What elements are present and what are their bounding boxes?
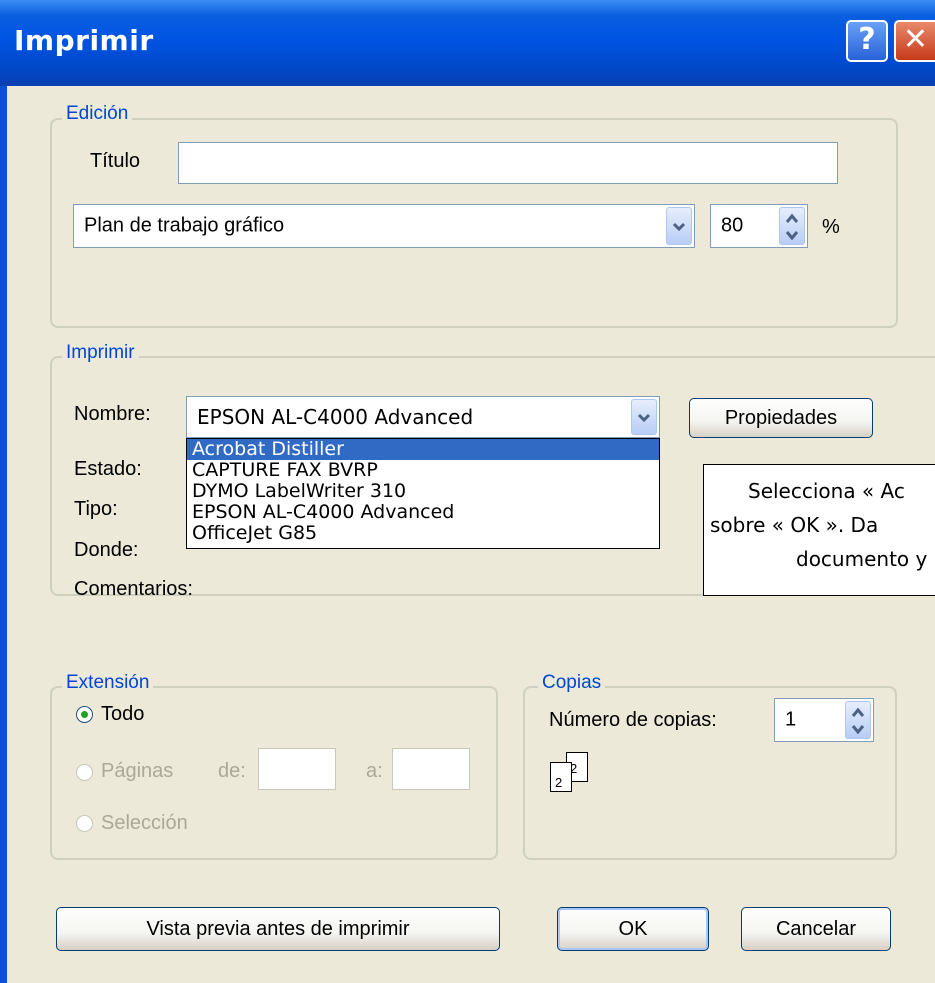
- note-line-3: documento y: [796, 547, 928, 571]
- properties-button[interactable]: Propiedades: [689, 398, 873, 438]
- layout-select-value: Plan de trabajo gráfico: [84, 214, 285, 237]
- de-label: de:: [218, 760, 246, 782]
- spin-arrows-icon: [785, 213, 799, 241]
- note-line-1: Selecciona « Ac: [748, 479, 905, 503]
- spin-arrows-icon: [851, 707, 865, 735]
- chevron-down-icon: [637, 413, 651, 423]
- printer-option[interactable]: EPSON AL-C4000 Advanced: [187, 502, 659, 523]
- todo-label: Todo: [101, 703, 145, 725]
- copies-spin-buttons[interactable]: [845, 701, 871, 739]
- zoom-stepper-value: 80: [721, 214, 744, 237]
- printer-option[interactable]: OfficeJet G85: [187, 523, 659, 544]
- collate-page-number: 2: [555, 775, 563, 790]
- printer-select-value: EPSON AL-C4000 Advanced: [197, 405, 474, 429]
- pages-from-input[interactable]: [258, 748, 336, 790]
- zoom-spin-buttons[interactable]: [779, 207, 805, 245]
- group-extension-legend: Extensión: [62, 672, 154, 694]
- comentarios-label: Comentarios:: [74, 578, 193, 600]
- title-bar[interactable]: Imprimir ? ✕: [0, 0, 935, 86]
- printer-select[interactable]: EPSON AL-C4000 Advanced: [186, 396, 660, 438]
- seleccion-label: Selección: [101, 812, 188, 834]
- titulo-input[interactable]: [178, 142, 838, 184]
- collate-page-icon-front: 2: [550, 762, 572, 792]
- tipo-label: Tipo:: [74, 498, 118, 520]
- copies-stepper[interactable]: 1: [774, 698, 874, 742]
- layout-select[interactable]: Plan de trabajo gráfico: [73, 204, 695, 248]
- printer-option[interactable]: CAPTURE FAX BVRP: [187, 460, 659, 481]
- chevron-down-icon: [672, 222, 686, 232]
- paginas-label: Páginas: [101, 760, 174, 782]
- zoom-unit: %: [822, 216, 840, 238]
- radio-todo[interactable]: [76, 706, 93, 723]
- help-button[interactable]: ?: [846, 20, 888, 62]
- printer-option[interactable]: Acrobat Distiller: [187, 439, 659, 460]
- instruction-note: Selecciona « Ac sobre « OK ». Da documen…: [703, 464, 935, 596]
- group-edicion-legend: Edición: [62, 103, 133, 125]
- donde-label: Donde:: [74, 539, 139, 561]
- estado-label: Estado:: [74, 458, 142, 480]
- numero-copias-label: Número de copias:: [549, 709, 717, 731]
- cancel-button[interactable]: Cancelar: [741, 907, 891, 951]
- layout-dropdown-button[interactable]: [666, 207, 692, 245]
- group-copias-legend: Copias: [538, 672, 606, 694]
- radio-paginas[interactable]: [76, 764, 93, 781]
- nombre-label: Nombre:: [74, 403, 151, 425]
- radio-seleccion[interactable]: [76, 815, 93, 832]
- window-frame-left: [0, 86, 7, 983]
- window-title: Imprimir: [14, 24, 154, 57]
- a-label: a:: [366, 760, 383, 782]
- note-line-2: sobre « OK ». Da: [710, 513, 879, 537]
- printer-dropdown-list[interactable]: Acrobat Distiller CAPTURE FAX BVRP DYMO …: [186, 438, 660, 549]
- print-preview-button[interactable]: Vista previa antes de imprimir: [56, 907, 500, 951]
- pages-to-input[interactable]: [392, 748, 470, 790]
- ok-button[interactable]: OK: [557, 907, 709, 951]
- copies-stepper-value: 1: [785, 708, 797, 731]
- zoom-stepper[interactable]: 80: [710, 204, 808, 248]
- printer-option[interactable]: DYMO LabelWriter 310: [187, 481, 659, 502]
- printer-dropdown-button[interactable]: [631, 399, 657, 435]
- group-imprimir-legend: Imprimir: [62, 342, 139, 364]
- close-button[interactable]: ✕: [894, 20, 935, 62]
- titulo-label: Título: [90, 150, 141, 172]
